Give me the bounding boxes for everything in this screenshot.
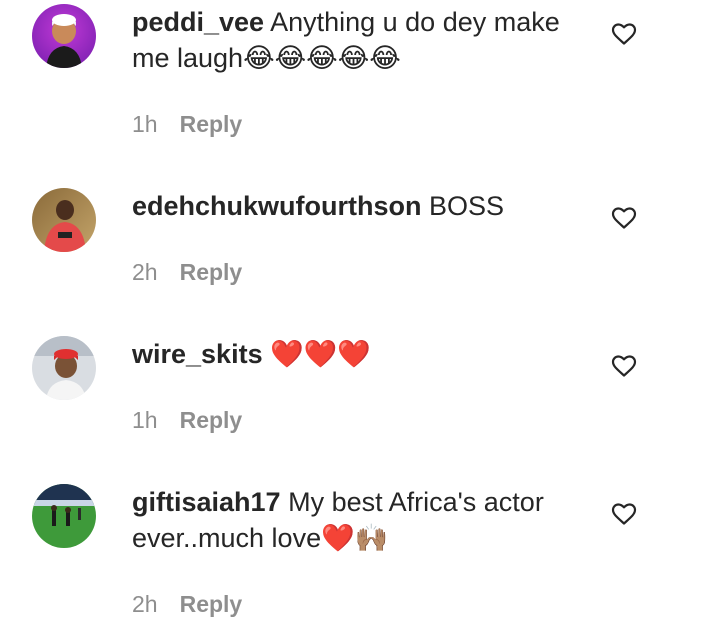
comment-meta: 2h Reply	[132, 258, 242, 286]
avatar[interactable]	[32, 4, 96, 68]
heart-outline-icon[interactable]	[611, 502, 637, 526]
comment-body: peddi_vee Anything u do dey make me laug…	[132, 4, 582, 76]
comment-body: wire_skits ❤️❤️❤️	[132, 336, 582, 372]
comment-username[interactable]: peddi_vee	[132, 7, 264, 37]
reply-button[interactable]: Reply	[180, 111, 243, 137]
comment-timestamp: 2h	[132, 591, 158, 617]
person-red-cap-avatar-icon	[32, 336, 96, 400]
avatar[interactable]	[32, 188, 96, 252]
purple-cartoon-avatar-icon	[32, 4, 96, 68]
heart-outline-icon[interactable]	[611, 354, 637, 378]
comment-timestamp: 1h	[132, 407, 158, 433]
football-field-avatar-icon	[32, 484, 96, 548]
comment-text: BOSS	[429, 191, 505, 221]
comment-username[interactable]: edehchukwufourthson	[132, 191, 422, 221]
reply-button[interactable]: Reply	[180, 407, 243, 433]
avatar[interactable]	[32, 484, 96, 548]
person-photo-avatar-icon	[32, 188, 96, 252]
reply-button[interactable]: Reply	[180, 591, 243, 617]
comment-username[interactable]: wire_skits	[132, 339, 263, 369]
comment-meta: 2h Reply	[132, 590, 242, 618]
reply-button[interactable]: Reply	[180, 259, 243, 285]
heart-outline-icon[interactable]	[611, 22, 637, 46]
comment-timestamp: 2h	[132, 259, 158, 285]
comment-meta: 1h Reply	[132, 110, 242, 138]
comment-username[interactable]: giftisaiah17	[132, 487, 281, 517]
comment-body: giftisaiah17 My best Africa's actor ever…	[132, 484, 582, 556]
avatar[interactable]	[32, 336, 96, 400]
comment-text: ❤️❤️❤️	[270, 339, 371, 369]
comment-meta: 1h Reply	[132, 406, 242, 434]
heart-outline-icon[interactable]	[611, 206, 637, 230]
comment-timestamp: 1h	[132, 111, 158, 137]
comment-body: edehchukwufourthson BOSS	[132, 188, 582, 224]
